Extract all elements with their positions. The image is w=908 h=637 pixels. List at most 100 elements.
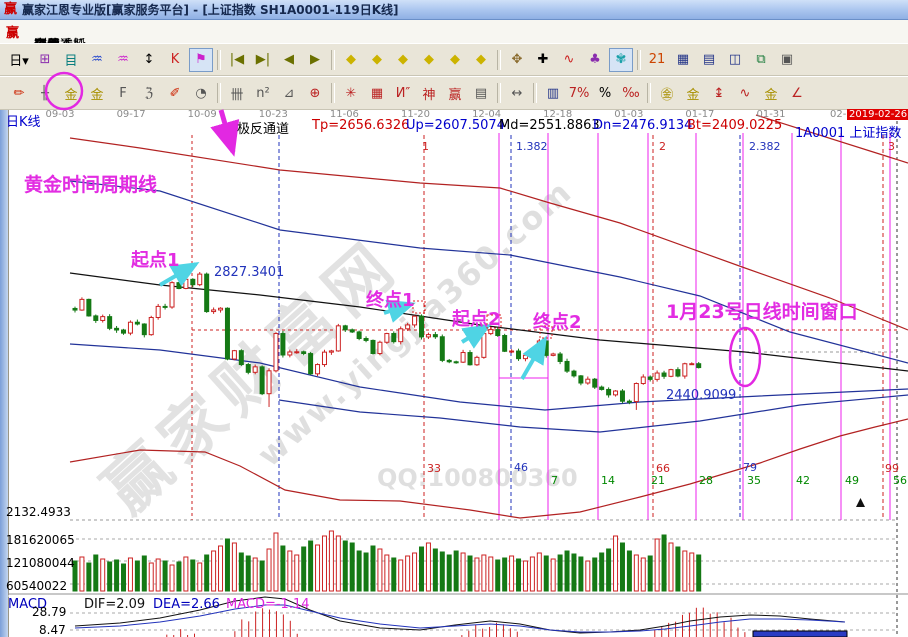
pan-hand-icon[interactable]: ✥ — [505, 48, 529, 72]
diamond-hspan-icon[interactable]: ◆ — [391, 48, 415, 72]
brush-red-icon[interactable]: ✏ — [7, 81, 31, 105]
spiral-icon[interactable]: ℨ — [137, 81, 161, 105]
candle-tool-icon[interactable]: ↕ — [137, 48, 161, 72]
symbol-label: 1A0001 上证指数 — [795, 122, 901, 141]
calculator-icon[interactable]: ▦ — [671, 48, 695, 72]
price-axis-bottom: 2132.4933 — [6, 505, 66, 519]
cycle-bottom-label: 79 — [743, 461, 757, 474]
cycle-bottom-label: 35 — [747, 474, 761, 487]
golden-section-icon[interactable]: 金 — [85, 81, 109, 105]
toolbar-separator — [497, 83, 501, 103]
n-square-icon[interactable]: n² — [251, 81, 275, 105]
channel-name: 极反通道 — [237, 118, 289, 137]
macd-dif: DIF=2.09 — [84, 597, 145, 612]
save-disk-icon[interactable]: ◫ — [723, 48, 747, 72]
dual-screen-icon[interactable]: ⧉ — [749, 48, 773, 72]
first-bar-icon[interactable]: |◀ — [225, 48, 249, 72]
diamond-right-icon[interactable]: ◆ — [365, 48, 389, 72]
gann-grid-icon[interactable]: ╫ — [33, 81, 57, 105]
printer-icon[interactable]: ▣ — [775, 48, 799, 72]
toolbar-separator — [497, 50, 501, 70]
macd-value: MACD=-1.14 — [226, 597, 310, 612]
pencil-red-icon[interactable]: ✐ — [163, 81, 187, 105]
diamond-plus-icon[interactable]: ◆ — [469, 48, 493, 72]
color-flag-icon[interactable]: ⚑ — [189, 48, 213, 72]
shen-tool-icon[interactable]: 神 — [417, 81, 441, 105]
ruler-123-icon[interactable]: ▤ — [469, 81, 493, 105]
volume-scale-label: 181620065 — [6, 533, 66, 547]
title-bar[interactable]: 赢 赢家江恩专业版[赢家服务平台] - [上证指数 SH1A0001-119日K… — [0, 0, 908, 20]
volume-profile-icon[interactable]: ▥ — [541, 81, 565, 105]
gold-circle-icon[interactable]: ㊎ — [655, 81, 679, 105]
channel-up: Up=2607.5074 — [406, 118, 505, 133]
cycle-bottom-label: 46 — [514, 461, 528, 474]
next-bar-icon[interactable]: ▶ — [303, 48, 327, 72]
gold-lines-icon[interactable]: 金 — [681, 81, 705, 105]
notes-icon[interactable]: ▤ — [697, 48, 721, 72]
cycle-bottom-label: 56 — [893, 474, 907, 487]
annotation-start2: 起点2 — [452, 305, 501, 331]
angle-line-icon[interactable]: ∠ — [785, 81, 809, 105]
ruler-lines-icon[interactable]: 卌 — [225, 81, 249, 105]
cycle-bottom-label: 33 — [427, 462, 441, 475]
annotation-golden-cycle: 黄金时间周期线 — [24, 170, 157, 197]
channel-dn: Dn=2476.9134 — [593, 118, 692, 133]
gann-fan-icon[interactable]: ⊕ — [303, 81, 327, 105]
info-list-icon[interactable]: 目 — [59, 48, 83, 72]
price-marker-icon[interactable]: ↨ — [707, 81, 731, 105]
diamond-left-icon[interactable]: ◆ — [339, 48, 363, 72]
wave-3-icon[interactable]: ♒ — [85, 48, 109, 72]
diamond-star-icon[interactable]: ◆ — [443, 48, 467, 72]
width-span-icon[interactable]: ↔ — [505, 81, 529, 105]
brain-icon[interactable]: ✾ — [609, 48, 633, 72]
clock-cycle-icon[interactable]: ◔ — [189, 81, 213, 105]
percent-icon[interactable]: % — [593, 81, 617, 105]
diamond-cross-icon[interactable]: ◆ — [417, 48, 441, 72]
percent-line-icon[interactable]: 7% — [567, 81, 591, 105]
annotation-end1: 终点1 — [366, 286, 415, 312]
date-tick: 09-17 — [114, 109, 148, 120]
crosshair-icon[interactable]: ✚ — [531, 48, 555, 72]
app-icon: 赢 — [4, 3, 17, 16]
toolbar-main: 日▾⊞目♒♒↕K⚑|◀▶|◀▶◆◆◆◆◆◆✥✚∿♣✾21▦▤◫⧉▣ — [0, 43, 908, 76]
toolbar-separator — [533, 83, 537, 103]
gold-underline-icon[interactable]: 金 — [759, 81, 783, 105]
percent-levels-icon[interactable]: ‰ — [619, 81, 643, 105]
grid-window-icon[interactable]: ⊞ — [33, 48, 57, 72]
compare-icon[interactable]: K — [163, 48, 187, 72]
prev-bar-icon[interactable]: ◀ — [277, 48, 301, 72]
hat-icon[interactable]: ♣ — [583, 48, 607, 72]
cycle-top-label: 2 — [659, 140, 666, 153]
wave-mark-icon[interactable]: И″ — [391, 81, 415, 105]
period-day-dropdown[interactable]: 日▾ — [7, 48, 31, 72]
trend-check-icon[interactable]: ∿ — [557, 48, 581, 72]
cycle-bottom-label: 28 — [699, 474, 713, 487]
app-icon-small: 赢 — [6, 22, 19, 41]
cycle-top-label: 3 — [888, 140, 895, 153]
toolbar-separator — [331, 50, 335, 70]
channel-md: Md=2551.8863 — [499, 118, 600, 133]
fibonacci-icon[interactable]: F — [111, 81, 135, 105]
app-window: { "window": {"title":"赢家江恩专业版[赢家服务平台] - … — [0, 0, 908, 637]
golden-cycle-icon[interactable]: 金 — [59, 81, 83, 105]
macd-dea: DEA=2.66 — [153, 597, 220, 612]
ying-tool-icon[interactable]: 赢 — [443, 81, 467, 105]
star-cycle-icon[interactable]: ✳ — [339, 81, 363, 105]
annotation-time-window: 1月23号日线时间窗口 — [666, 297, 858, 324]
volume-scale-label: 121080044 — [6, 556, 66, 570]
calendar-21-icon[interactable]: 21 — [645, 48, 669, 72]
cycle-top-label: 1 — [422, 140, 429, 153]
cycle-bottom-label: 14 — [601, 474, 615, 487]
gann-box-icon[interactable]: ▦ — [365, 81, 389, 105]
angle-tool-icon[interactable]: ⊿ — [277, 81, 301, 105]
cycle-bottom-label: 21 — [651, 474, 665, 487]
period-label: 日K线 — [6, 111, 41, 130]
last-bar-icon[interactable]: ▶| — [251, 48, 275, 72]
channel-tp: Tp=2656.6326 — [312, 118, 409, 133]
toolbar-separator — [217, 50, 221, 70]
toolbar-separator — [331, 83, 335, 103]
toolbar-separator — [637, 50, 641, 70]
wave-fit-icon[interactable]: ∿ — [733, 81, 757, 105]
wave-9-icon[interactable]: ♒ — [111, 48, 135, 72]
cycle-top-label: 1.382 — [516, 140, 548, 153]
